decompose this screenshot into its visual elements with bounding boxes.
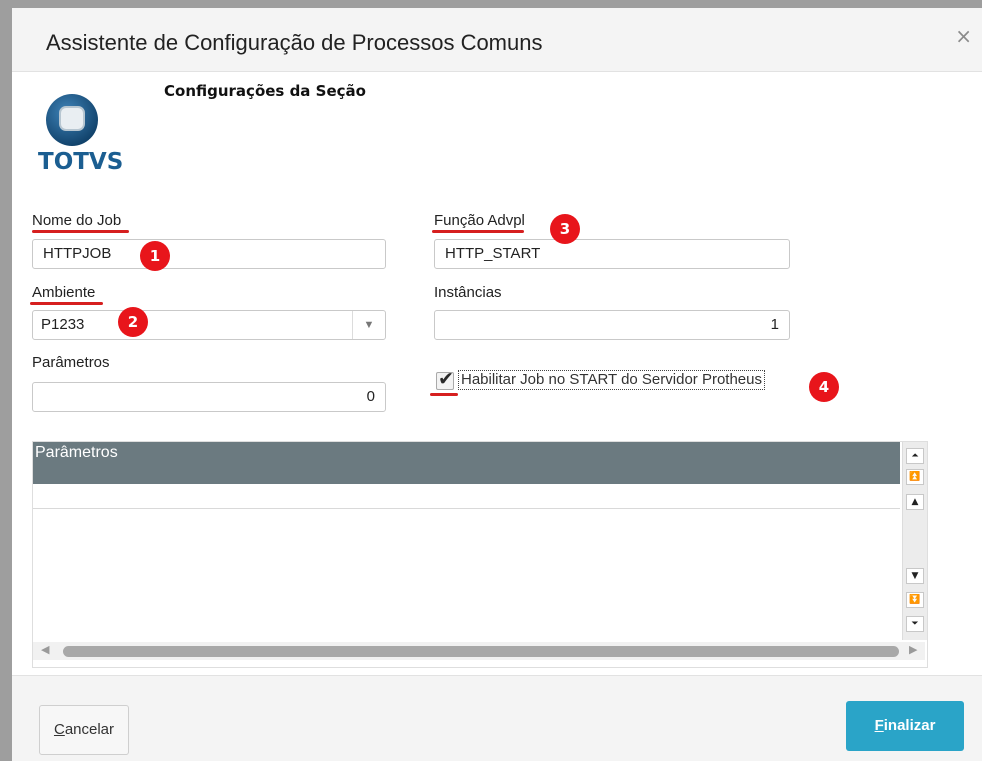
funcao-advpl-input[interactable]: HTTP_START [434, 239, 790, 269]
annotation-underline [32, 230, 129, 233]
nome-do-job-label: Nome do Job [32, 212, 122, 229]
parametros-grid: Parâmetros ⏶ ⏫ ▲ ▼ ⏬ ⏷ ◀ ▶ [32, 441, 928, 668]
scroll-top-icon[interactable]: ⏶ [906, 448, 924, 464]
ambiente-select[interactable]: P1233 ▼ [32, 310, 386, 340]
funcao-advpl-label: Função Advpl [434, 212, 525, 229]
nome-do-job-input[interactable]: HTTPJOB [32, 239, 386, 269]
parametros-input[interactable]: 0 [32, 382, 386, 412]
finish-button[interactable]: Finalizar [846, 701, 964, 751]
parametros-label: Parâmetros [32, 354, 110, 371]
scroll-up-icon[interactable]: ▲ [906, 494, 924, 510]
annotation-badge-3: 3 [550, 214, 580, 244]
ambiente-selected-value: P1233 [41, 316, 85, 333]
wizard-dialog: Assistente de Configuração de Processos … [12, 8, 982, 761]
dialog-title: Assistente de Configuração de Processos … [46, 30, 543, 55]
scroll-left-icon[interactable]: ◀ [41, 643, 49, 656]
scroll-right-icon[interactable]: ▶ [909, 643, 917, 656]
annotation-underline [430, 393, 458, 396]
annotation-badge-1: 1 [140, 241, 170, 271]
scroll-bottom-icon[interactable]: ⏷ [906, 616, 924, 632]
totvs-logo-icon [46, 94, 98, 146]
cancel-button[interactable]: Cancelar [39, 705, 129, 755]
annotation-badge-4: 4 [809, 372, 839, 402]
dialog-footer: Cancelar Finalizar [12, 675, 982, 761]
instancias-label: Instâncias [434, 284, 502, 301]
horizontal-scrollbar[interactable]: ◀ ▶ [33, 642, 925, 660]
horizontal-scroll-thumb[interactable] [63, 646, 899, 657]
ambiente-label: Ambiente [32, 284, 96, 301]
dialog-titlebar: Assistente de Configuração de Processos … [12, 8, 982, 72]
checkmark-icon: ✔ [438, 368, 454, 390]
annotation-underline [30, 302, 103, 305]
cancel-label: ancelar [64, 721, 115, 738]
habilitar-job-label[interactable]: Habilitar Job no START do Servidor Proth… [458, 370, 765, 390]
annotation-badge-2: 2 [118, 307, 148, 337]
chevron-down-icon[interactable]: ▼ [352, 311, 385, 339]
section-title: Configurações da Seção [164, 82, 366, 100]
logo-text: TOTVS [38, 149, 124, 175]
instancias-input[interactable]: 1 [434, 310, 790, 340]
grid-header: Parâmetros [33, 442, 900, 484]
scroll-page-up-icon[interactable]: ⏫ [906, 469, 924, 485]
scroll-page-down-icon[interactable]: ⏬ [906, 592, 924, 608]
cancel-mnemonic: C [53, 721, 65, 738]
table-row[interactable] [33, 484, 900, 509]
finish-label: inalizar [883, 717, 936, 734]
vertical-scrollbar[interactable]: ⏶ ⏫ ▲ ▼ ⏬ ⏷ [902, 442, 927, 640]
close-icon[interactable]: × [955, 24, 972, 48]
scroll-down-icon[interactable]: ▼ [906, 568, 924, 584]
finish-mnemonic: F [874, 717, 884, 734]
annotation-underline [432, 230, 524, 233]
habilitar-job-checkbox[interactable]: ✔ [436, 368, 454, 390]
